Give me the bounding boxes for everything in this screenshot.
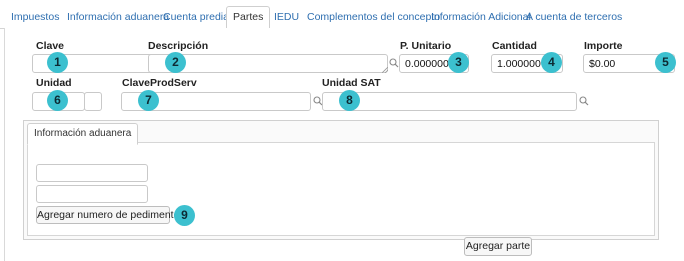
tab-informacion-adicional[interactable]: Información Adicional xyxy=(431,8,531,28)
unidad-side-input[interactable] xyxy=(84,92,102,111)
pedimento-input-2[interactable] xyxy=(36,185,148,203)
tab-informacion-aduanera[interactable]: Información aduanera xyxy=(67,8,169,28)
tab-complementos-del-concepto[interactable]: Complementos del concepto xyxy=(307,8,440,28)
step-badge-7: 7 xyxy=(138,90,159,111)
tab-iedu[interactable]: IEDU xyxy=(274,8,299,28)
tab-impuestos[interactable]: Impuestos xyxy=(11,8,59,28)
importe-label: Importe xyxy=(584,40,623,52)
cantidad-label: Cantidad xyxy=(492,40,537,52)
tab-bar: Impuestos Información aduanera Cuenta pr… xyxy=(0,0,684,30)
unidad-sat-input[interactable] xyxy=(322,92,577,111)
clave-label: Clave xyxy=(36,40,65,52)
resize-handle-icon[interactable] xyxy=(382,67,388,73)
unidad-sat-search-icon[interactable] xyxy=(579,96,589,106)
step-badge-2: 2 xyxy=(165,52,186,73)
tab-partes[interactable]: Partes xyxy=(226,6,271,30)
step-badge-5: 5 xyxy=(655,52,676,73)
step-badge-3: 3 xyxy=(448,52,469,73)
tab-a-cuenta-de-terceros[interactable]: A cuenta de terceros xyxy=(526,8,622,28)
unidad-label: Unidad xyxy=(36,77,72,89)
step-badge-1: 1 xyxy=(47,52,68,73)
descripcion-label: Descripción xyxy=(148,40,209,52)
p-unitario-label: P. Unitario xyxy=(400,40,452,52)
step-badge-4: 4 xyxy=(541,52,562,73)
agregar-pedimento-button[interactable]: Agregar numero de pedimento xyxy=(36,206,179,224)
step-badge-8: 8 xyxy=(339,90,360,111)
clave-prod-serv-label: ClaveProdServ xyxy=(122,77,197,89)
unidad-sat-label: Unidad SAT xyxy=(322,77,381,89)
step-badge-9: 9 xyxy=(174,205,195,226)
agregar-parte-button[interactable]: Agregar parte xyxy=(464,237,532,256)
descripcion-search-icon[interactable] xyxy=(389,58,399,68)
tab-aduanera-sub[interactable]: Información aduanera xyxy=(27,123,139,145)
tab-cuenta-predial[interactable]: Cuenta predial xyxy=(163,8,231,28)
step-badge-6: 6 xyxy=(47,90,68,111)
pedimento-input-1[interactable] xyxy=(36,164,148,182)
